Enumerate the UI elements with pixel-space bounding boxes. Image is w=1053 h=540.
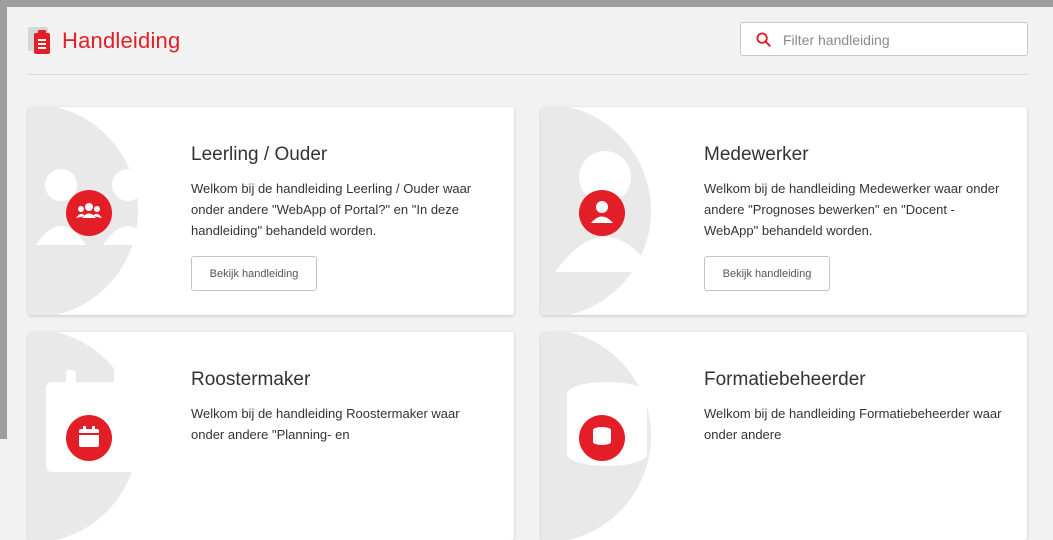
card-description: Welkom bij de handleiding Medewerker waa… xyxy=(704,181,1000,238)
card-image xyxy=(28,107,161,315)
page-header: Handleiding xyxy=(28,22,1028,75)
coins-icon xyxy=(579,415,625,461)
card-image xyxy=(28,332,161,540)
user-icon xyxy=(579,190,625,236)
card-roostermaker: Roostermaker Welkom bij de handleiding R… xyxy=(28,332,514,540)
card-title: Leerling / Ouder xyxy=(191,144,328,165)
window-frame-left xyxy=(0,0,7,439)
card-title: Roostermaker xyxy=(191,369,311,390)
view-manual-button[interactable]: Bekijk handleiding xyxy=(191,256,317,291)
view-manual-button[interactable]: Bekijk handleiding xyxy=(704,256,830,291)
card-medewerker: Medewerker Welkom bij de handleiding Med… xyxy=(541,107,1027,315)
card-image xyxy=(541,332,674,540)
search-input[interactable] xyxy=(781,29,1021,51)
users-icon xyxy=(66,190,112,236)
page-title: Handleiding xyxy=(62,28,181,53)
manual-icon xyxy=(28,27,56,57)
calendar-icon xyxy=(66,415,112,461)
card-description: Welkom bij de handleiding Leerling / Oud… xyxy=(191,181,472,238)
search-icon xyxy=(756,32,771,47)
card-image xyxy=(541,107,674,315)
window-frame-top xyxy=(0,0,1053,7)
card-leerling-ouder: Leerling / Ouder Welkom bij de handleidi… xyxy=(28,107,514,315)
card-title: Formatiebeheerder xyxy=(704,369,866,390)
card-title: Medewerker xyxy=(704,144,809,165)
search-box[interactable] xyxy=(740,22,1028,56)
card-formatiebeheerder: Formatiebeheerder Welkom bij de handleid… xyxy=(541,332,1027,540)
